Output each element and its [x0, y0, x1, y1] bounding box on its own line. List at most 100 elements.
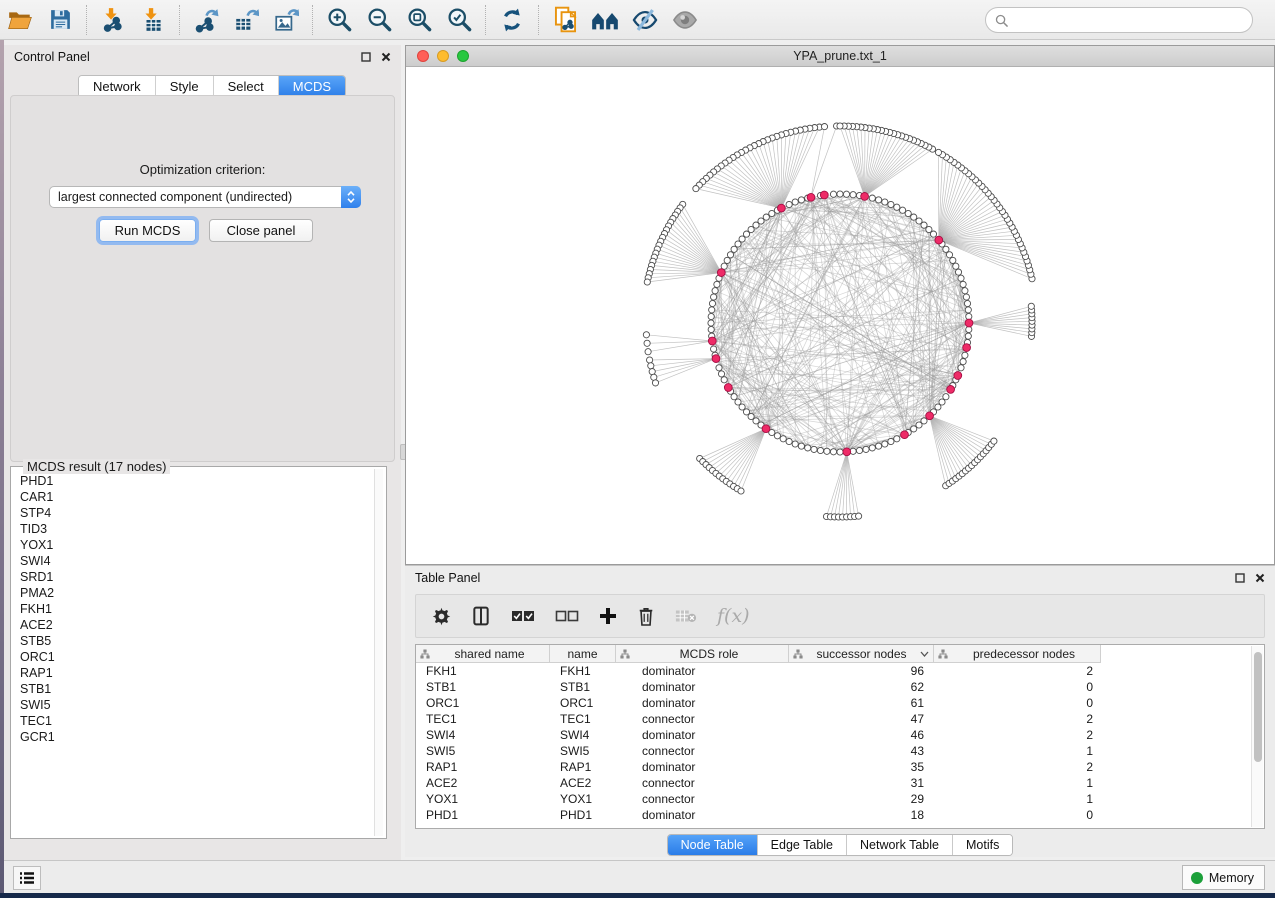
mcds-result-item[interactable]: RAP1 [15, 665, 372, 681]
mcds-result-item[interactable]: SWI5 [15, 697, 372, 713]
table-row[interactable]: FKH1FKH1dominator962 [416, 663, 1264, 679]
graph-node[interactable] [786, 201, 792, 207]
table-scrollbar[interactable] [1251, 646, 1263, 827]
graph-node[interactable] [962, 288, 968, 294]
graph-node[interactable] [724, 257, 730, 263]
graph-node[interactable] [943, 394, 949, 400]
graph-node[interactable] [869, 445, 875, 451]
export-image-icon[interactable] [266, 3, 306, 37]
mcds-result-item[interactable]: TID3 [15, 521, 372, 537]
graph-node-mcds[interactable] [935, 236, 943, 244]
graph-node[interactable] [714, 281, 720, 287]
zoom-out-icon[interactable] [359, 3, 399, 37]
graph-node[interactable] [644, 279, 650, 285]
table-cell[interactable]: 46 [789, 727, 934, 743]
graph-node[interactable] [811, 446, 817, 452]
table-row[interactable]: SWI4SWI4dominator462 [416, 727, 1264, 743]
table-row[interactable]: ORC1ORC1dominator610 [416, 695, 1264, 711]
table-cell[interactable]: STB1 [550, 679, 616, 695]
table-cell[interactable]: YOX1 [550, 791, 616, 807]
graph-node[interactable] [911, 426, 917, 432]
graph-node[interactable] [921, 418, 927, 424]
graph-node[interactable] [731, 246, 737, 252]
float-table-panel-icon[interactable] [1235, 573, 1245, 583]
import-table-icon[interactable] [133, 3, 173, 37]
table-cell[interactable]: 62 [789, 679, 934, 695]
table-cell[interactable]: RAP1 [550, 759, 616, 775]
graph-node[interactable] [786, 438, 792, 444]
graph-node-mcds[interactable] [807, 193, 815, 201]
graph-node[interactable] [888, 201, 894, 207]
graph-node[interactable] [863, 446, 869, 452]
table-cell[interactable]: 1 [934, 775, 1101, 791]
tab-node-table[interactable]: Node Table [668, 835, 757, 855]
zoom-in-icon[interactable] [319, 3, 359, 37]
table-cell[interactable]: 18 [789, 807, 934, 823]
mcds-result-item[interactable]: STP4 [15, 505, 372, 521]
graph-node[interactable] [645, 349, 651, 355]
tab-select[interactable]: Select [213, 76, 278, 97]
graph-node[interactable] [837, 191, 843, 197]
graph-node-mcds[interactable] [820, 191, 828, 199]
close-panel-button[interactable]: Close panel [209, 219, 313, 242]
graph-node[interactable] [916, 218, 922, 224]
first-neighbors-icon[interactable] [585, 3, 625, 37]
graph-node[interactable] [716, 365, 722, 371]
show-all-icon[interactable] [665, 3, 705, 37]
tab-network[interactable]: Network [79, 76, 155, 97]
table-cell[interactable]: 31 [789, 775, 934, 791]
graph-node[interactable] [817, 447, 823, 453]
graph-node[interactable] [946, 252, 952, 258]
tab-network-table[interactable]: Network Table [846, 835, 952, 855]
task-history-button[interactable] [13, 866, 41, 890]
table-cell[interactable]: dominator [616, 663, 789, 679]
table-cell[interactable]: 96 [789, 663, 934, 679]
table-cell[interactable]: dominator [616, 679, 789, 695]
tab-motifs[interactable]: Motifs [952, 835, 1012, 855]
table-cell[interactable]: FKH1 [550, 663, 616, 679]
table-cell[interactable]: ACE2 [550, 775, 616, 791]
column-header[interactable]: MCDS role [616, 645, 789, 662]
table-settings-icon[interactable] [432, 607, 451, 626]
table-row[interactable]: TEC1TEC1connector472 [416, 711, 1264, 727]
graph-node-mcds[interactable] [954, 372, 962, 380]
show-columns-icon[interactable] [471, 606, 491, 626]
deselect-all-icon[interactable] [555, 610, 579, 623]
graph-node[interactable] [991, 438, 997, 444]
table-cell[interactable]: RAP1 [416, 759, 550, 775]
graph-node[interactable] [900, 207, 906, 213]
memory-button[interactable]: Memory [1182, 865, 1265, 890]
tab-edge-table[interactable]: Edge Table [757, 835, 846, 855]
graph-node[interactable] [876, 197, 882, 203]
graph-node[interactable] [943, 246, 949, 252]
save-session-icon[interactable] [40, 3, 80, 37]
graph-node[interactable] [708, 313, 714, 319]
graph-node-mcds[interactable] [926, 412, 934, 420]
table-cell[interactable]: 2 [934, 711, 1101, 727]
graph-node[interactable] [837, 123, 843, 129]
graph-node[interactable] [960, 359, 966, 365]
graph-node[interactable] [843, 191, 849, 197]
table-cell[interactable]: 1 [934, 743, 1101, 759]
tab-mcds[interactable]: MCDS [278, 76, 345, 97]
network-search-box[interactable] [985, 7, 1253, 33]
mcds-result-item[interactable]: CAR1 [15, 489, 372, 505]
select-all-icon[interactable] [511, 610, 535, 623]
table-cell[interactable]: dominator [616, 807, 789, 823]
mcds-result-item[interactable]: GCR1 [15, 729, 372, 745]
graph-node[interactable] [964, 300, 970, 306]
graph-node-mcds[interactable] [717, 269, 725, 277]
graph-node[interactable] [652, 380, 658, 386]
table-cell[interactable]: 2 [934, 759, 1101, 775]
mcds-result-item[interactable]: STB5 [15, 633, 372, 649]
table-cell[interactable]: 1 [934, 791, 1101, 807]
graph-node[interactable] [708, 326, 714, 332]
mcds-result-item[interactable]: FKH1 [15, 601, 372, 617]
table-cell[interactable]: SWI5 [550, 743, 616, 759]
table-cell[interactable]: 2 [934, 663, 1101, 679]
graph-node[interactable] [763, 214, 769, 220]
graph-node[interactable] [721, 377, 727, 383]
table-cell[interactable]: ORC1 [550, 695, 616, 711]
graph-node[interactable] [830, 191, 836, 197]
graph-node[interactable] [805, 445, 811, 451]
